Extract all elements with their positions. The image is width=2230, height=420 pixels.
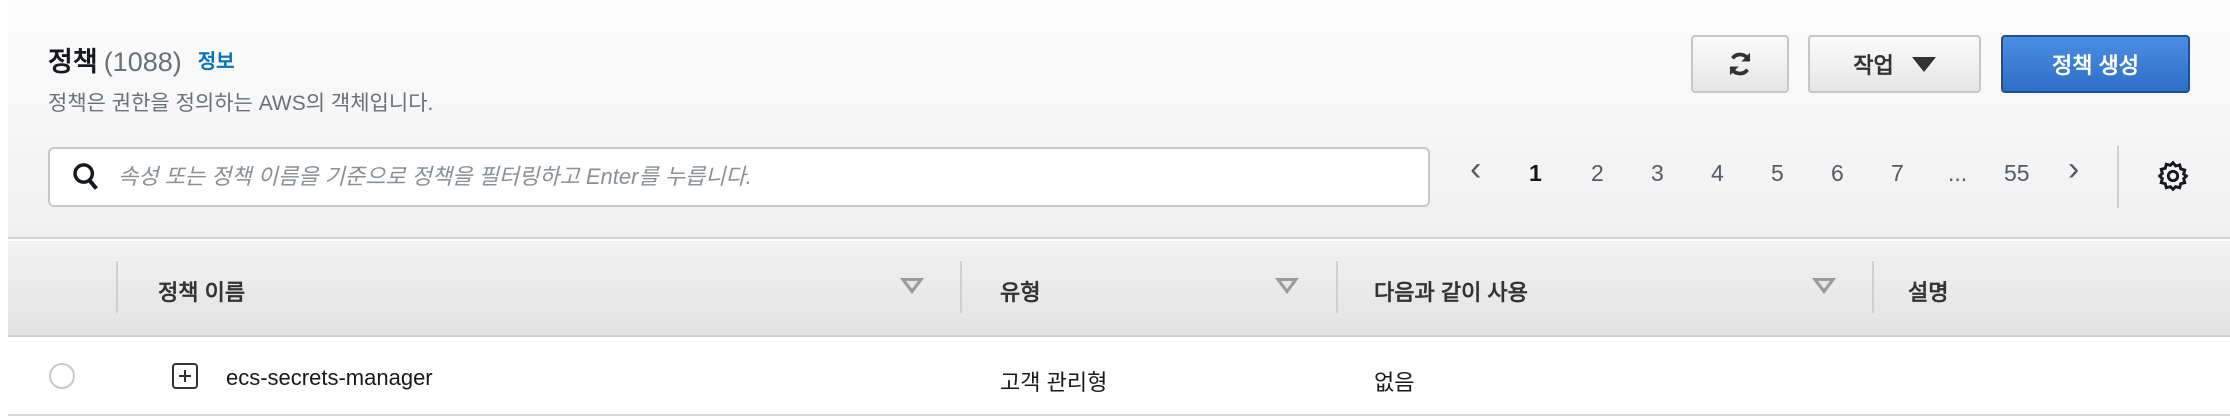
page-subtitle: 정책은 권한을 정의하는 AWS의 객체입니다.	[48, 92, 434, 115]
column-header-type[interactable]: 유형	[1000, 275, 1040, 307]
table-header: 정책 이름 유형 다음과 같이 사용 설명	[8, 241, 2230, 337]
actions-label: 작업	[1853, 53, 1894, 78]
page-last[interactable]: 55	[2004, 160, 2030, 187]
table-row: ecs-secrets-manager 고객 관리형 없음	[8, 339, 2230, 416]
column-divider	[1872, 261, 1874, 313]
info-link[interactable]: 정보	[198, 51, 235, 73]
search-input[interactable]	[118, 164, 1428, 190]
page-5[interactable]: 5	[1771, 160, 1784, 187]
search-icon	[73, 163, 98, 190]
next-page-button[interactable]: ›	[2068, 150, 2079, 189]
row-select-radio[interactable]	[49, 363, 75, 389]
divider	[2117, 146, 2119, 208]
sort-icon[interactable]	[900, 278, 924, 294]
policy-used-as: 없음	[1374, 370, 1415, 395]
settings-gear-icon[interactable]	[2157, 160, 2189, 192]
title-text: 정책	[48, 47, 98, 77]
page-2[interactable]: 2	[1591, 160, 1604, 187]
caret-down-icon	[1911, 56, 1936, 72]
page-6[interactable]: 6	[1831, 160, 1844, 187]
page-7[interactable]: 7	[1891, 160, 1904, 187]
policy-type: 고객 관리형	[1000, 370, 1108, 395]
sort-icon[interactable]	[1812, 278, 1836, 294]
policy-count: (1088)	[103, 47, 182, 77]
column-header-policy-name[interactable]: 정책 이름	[158, 275, 245, 307]
page-3[interactable]: 3	[1651, 160, 1664, 187]
page-title: 정책 (1088) 정보	[48, 40, 235, 79]
column-header-description: 설명	[1908, 280, 1949, 305]
prev-page-button[interactable]: ‹	[1470, 150, 1481, 189]
refresh-icon	[1729, 52, 1751, 76]
column-divider	[116, 261, 118, 313]
page-1[interactable]: 1	[1529, 160, 1542, 187]
pagination-ellipsis: ...	[1948, 160, 1968, 186]
column-divider	[1336, 261, 1338, 313]
page-4[interactable]: 4	[1711, 160, 1724, 187]
expand-plus-icon[interactable]	[172, 363, 198, 389]
refresh-button[interactable]	[1691, 35, 1789, 93]
column-header-used-as[interactable]: 다음과 같이 사용	[1374, 275, 1528, 307]
sort-icon[interactable]	[1275, 278, 1299, 294]
policy-name-link[interactable]: ecs-secrets-manager	[226, 365, 433, 391]
create-policy-button[interactable]: 정책 생성	[2001, 35, 2190, 93]
column-divider	[960, 261, 962, 313]
actions-dropdown-button[interactable]: 작업	[1808, 35, 1981, 93]
search-box[interactable]	[48, 147, 1430, 207]
